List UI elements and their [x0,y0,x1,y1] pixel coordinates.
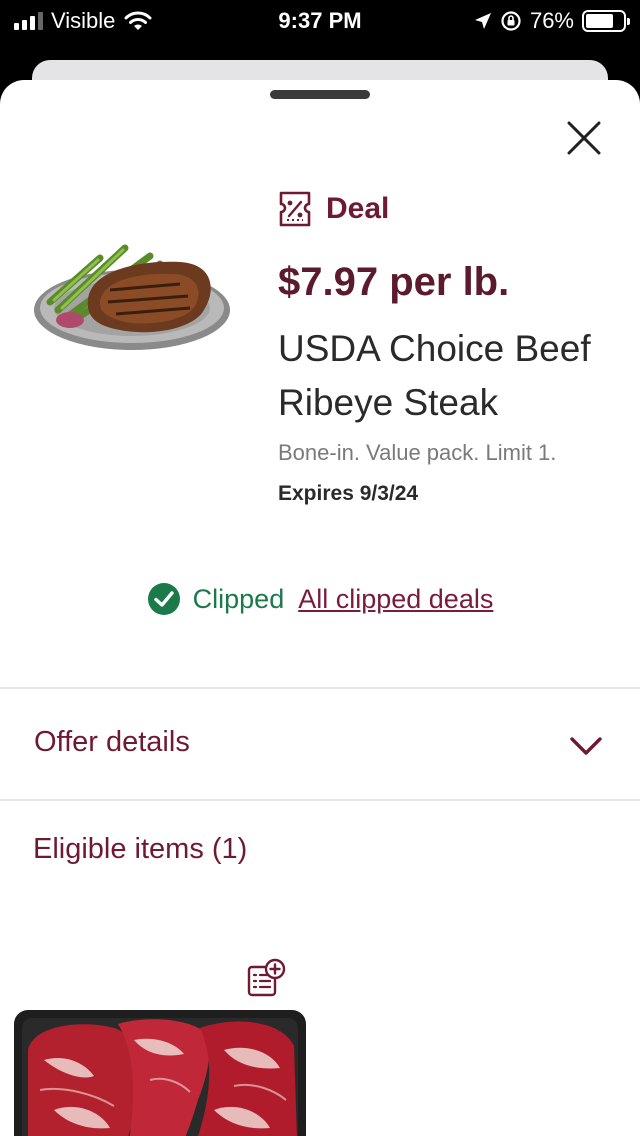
divider [0,687,640,689]
battery-icon [582,10,630,32]
product-description: Bone-in. Value pack. Limit 1. [278,440,557,465]
offer-details-accordion[interactable]: Offer details [0,690,640,800]
close-icon[interactable] [560,114,608,162]
deal-label: Deal [326,192,390,225]
divider [0,799,640,801]
deal-price: $7.97 per lb. [278,260,510,304]
location-arrow-icon [474,13,491,29]
deal-tag: Deal [278,190,389,228]
expiration-date: Expires 9/3/24 [278,482,419,505]
deal-detail-sheet: Deal $7.97 per lb. USDA Choice Beef Ribe… [0,80,640,1136]
chevron-down-icon [570,737,602,755]
status-right: 76% [474,8,630,34]
product-title: USDA Choice Beef Ribeye Steak [278,328,591,423]
battery-percent: 76% [529,8,574,33]
add-to-list-icon[interactable] [246,958,286,998]
clip-status-row: Clipped All clipped deals [0,582,640,616]
status-bar: Visible 9:37 PM 76% [0,0,640,44]
ribeye-steak-tray-image[interactable] [14,1010,306,1136]
battery-fill [586,14,614,28]
clipped-status: Clipped [192,583,285,614]
sheet-grabber[interactable] [270,90,370,99]
check-circle-icon [147,583,180,615]
all-clipped-deals-link[interactable]: All clipped deals [298,584,493,615]
coupon-icon [279,191,311,227]
rotation-lock-icon [501,11,521,31]
steak-plate-image [34,244,230,350]
eligible-items-heading: Eligible items (1) [33,833,248,865]
offer-details-label: Offer details [34,726,190,758]
